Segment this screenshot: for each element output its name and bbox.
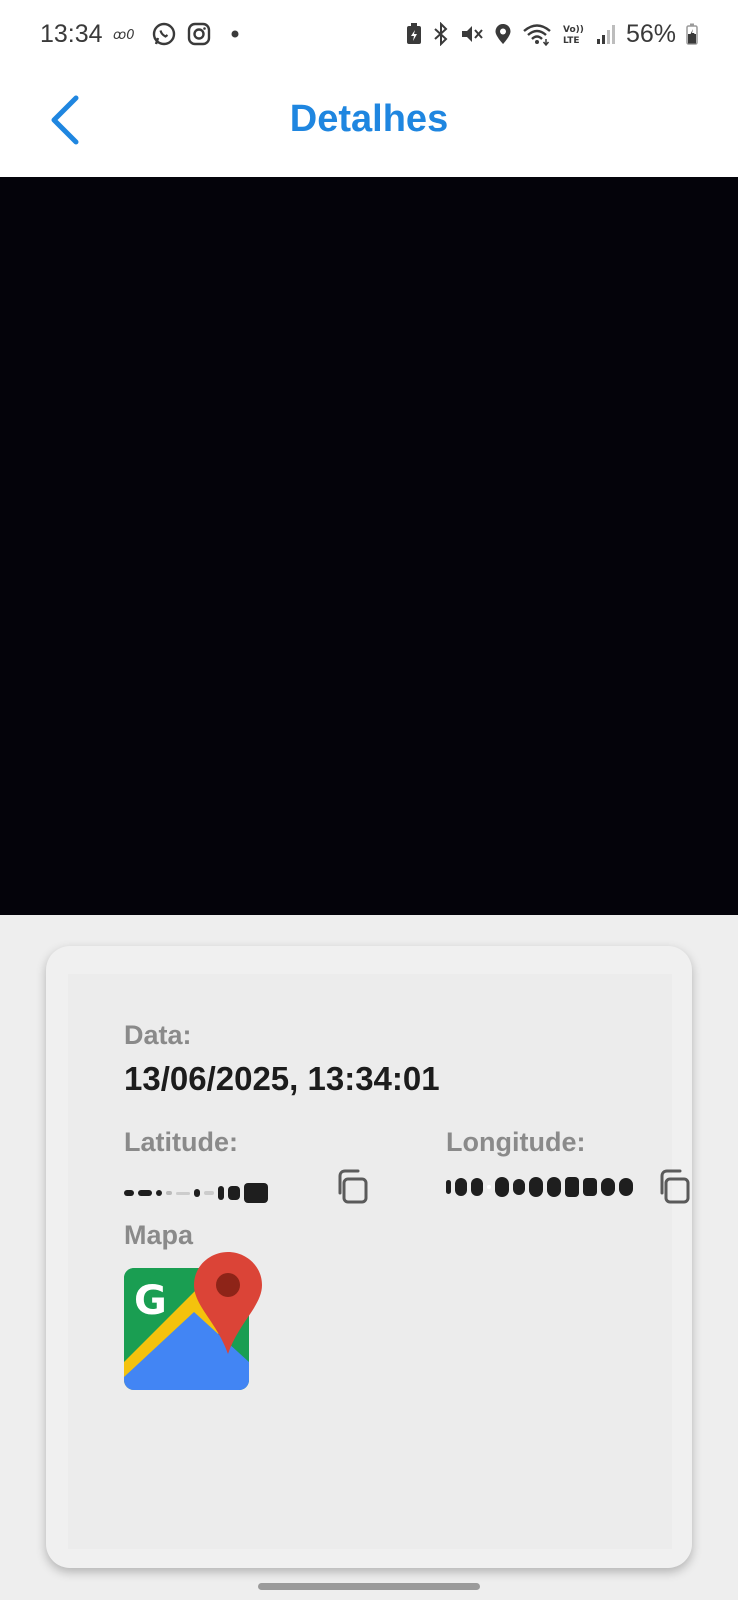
- date-label: Data:: [124, 1020, 192, 1050]
- page-title: Detalhes: [289, 98, 449, 140]
- details-card-content: Data: 13/06/2025, 13:34:01 Latitude: Lon…: [68, 974, 690, 1549]
- volte-icon: Vo)) LTE: [562, 22, 586, 46]
- signal-icon: [596, 23, 616, 45]
- svg-text:LTE: LTE: [563, 36, 580, 46]
- copy-icon: [660, 1169, 690, 1204]
- status-bar: 13:34 ꝏ0 Vo)) LTE 56%: [0, 0, 738, 68]
- status-time: 13:34: [40, 19, 103, 48]
- wifi-icon: [522, 22, 552, 46]
- location-icon: [494, 23, 512, 45]
- battery-icon: [686, 23, 698, 45]
- battery-saver-icon: [406, 23, 422, 45]
- captured-photo: [0, 177, 738, 915]
- latitude-value-redacted: [124, 1182, 268, 1204]
- svg-text:G: G: [134, 1278, 167, 1324]
- map-label: Mapa: [124, 1220, 194, 1250]
- copy-longitude-button[interactable]: [656, 1168, 696, 1208]
- voicemail-icon: ꝏ0: [113, 26, 141, 42]
- battery-percent: 56%: [625, 19, 676, 48]
- copy-latitude-button[interactable]: [334, 1168, 374, 1208]
- date-value: 13/06/2025, 13:34:01: [124, 1060, 440, 1097]
- gesture-nav-handle[interactable]: [258, 1583, 480, 1590]
- google-maps-button[interactable]: G: [124, 1252, 264, 1390]
- latitude-label: Latitude:: [124, 1127, 238, 1157]
- status-right: Vo)) LTE 56%: [406, 20, 698, 49]
- whatsapp-icon: [151, 21, 177, 47]
- mute-icon: [460, 23, 484, 45]
- status-left: 13:34 ꝏ0: [40, 20, 239, 49]
- details-card: Data: 13/06/2025, 13:34:01 Latitude: Lon…: [46, 946, 692, 1568]
- svg-text:Vo)): Vo)): [563, 25, 584, 35]
- notification-dot-icon: [231, 30, 239, 38]
- instagram-icon: [187, 22, 211, 46]
- app-header: Detalhes: [0, 68, 738, 177]
- longitude-value-redacted: [446, 1176, 633, 1198]
- google-maps-icon: G: [124, 1252, 262, 1390]
- copy-icon: [338, 1169, 368, 1204]
- svg-text:ꝏ0: ꝏ0: [113, 28, 135, 42]
- longitude-label: Longitude:: [446, 1127, 586, 1157]
- bluetooth-icon: [432, 22, 450, 46]
